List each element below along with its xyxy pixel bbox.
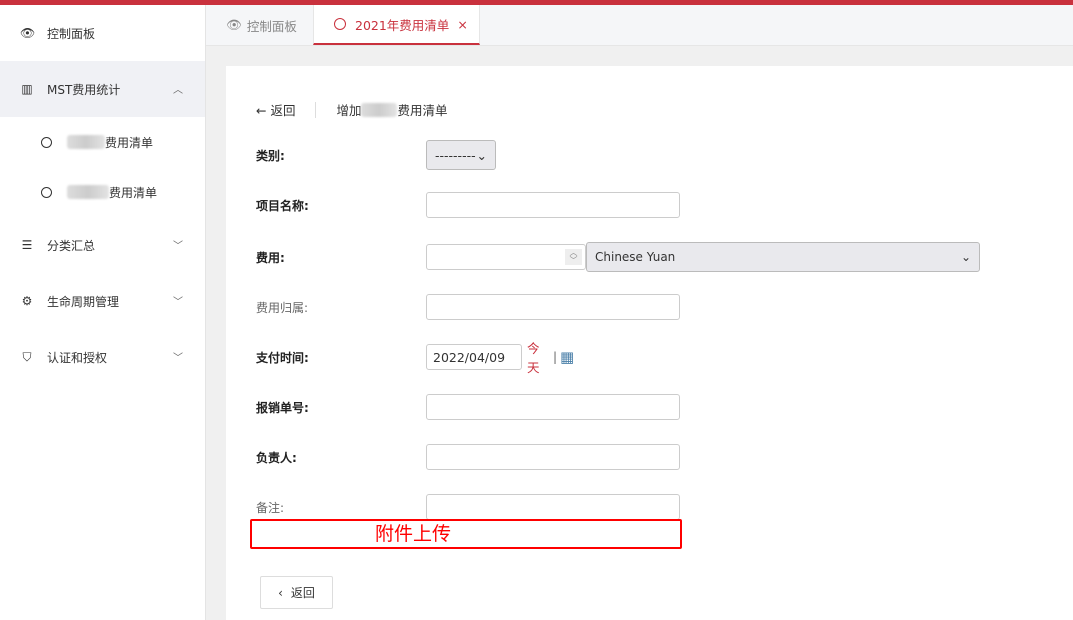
page-title-suffix: 费用清单 bbox=[397, 103, 448, 118]
back-link[interactable]: ← 返回 bbox=[256, 100, 295, 119]
sidebar-item-mst-stats[interactable]: ▥ MST费用统计 ︿ bbox=[0, 61, 205, 117]
sidebar-item-dashboard[interactable]: 👁 控制面板 bbox=[0, 5, 205, 61]
chevron-down-icon: ⌄ bbox=[476, 147, 487, 163]
category-select[interactable]: --------- ⌄ bbox=[426, 140, 496, 170]
chevron-down-icon: ﹀ bbox=[173, 297, 183, 308]
circle-icon bbox=[334, 18, 346, 30]
chevron-down-icon: ⌄ bbox=[960, 250, 971, 264]
eye-icon: 👁 bbox=[226, 17, 242, 32]
reimbursement-number-input[interactable] bbox=[426, 394, 680, 420]
redacted-text bbox=[361, 102, 398, 117]
chevron-down-icon: ﹀ bbox=[173, 353, 183, 364]
close-icon[interactable]: × bbox=[457, 17, 467, 32]
tab-expense-list[interactable]: 2021年费用清单 × bbox=[313, 5, 480, 45]
note-input[interactable] bbox=[426, 494, 680, 520]
shield-icon: ⛉ bbox=[22, 349, 32, 364]
responsible-person-input[interactable] bbox=[426, 444, 680, 470]
today-link[interactable]: 今天 bbox=[527, 338, 540, 376]
back-button[interactable]: ‹ 返回 bbox=[260, 576, 333, 609]
gear-icon: ⚙ bbox=[21, 294, 33, 308]
sidebar-item-category-summary[interactable]: ☰ 分类汇总 ﹀ bbox=[0, 217, 205, 273]
sidebar-subitem-expense-list-1[interactable]: 费用清单 bbox=[0, 117, 205, 167]
project-name-input[interactable] bbox=[426, 192, 680, 218]
sidebar-item-auth[interactable]: ⛉ 认证和授权 ﹀ bbox=[0, 329, 205, 385]
eye-icon: 👁 bbox=[20, 26, 36, 40]
tab-dashboard[interactable]: 👁 控制面板 bbox=[226, 5, 297, 45]
attachment-upload-annotation: 附件上传 bbox=[250, 519, 682, 549]
sidebar-subitem-expense-list-2[interactable]: 费用清单 bbox=[0, 167, 205, 217]
redacted-text bbox=[67, 185, 109, 199]
circle-icon bbox=[41, 136, 52, 148]
chevron-left-icon: ‹ bbox=[278, 585, 283, 600]
pay-date-input[interactable]: 2022/04/09 bbox=[426, 344, 522, 370]
list-icon: ☰ bbox=[21, 238, 33, 252]
cost-input[interactable]: ︿ ﹀ bbox=[426, 244, 586, 270]
circle-icon bbox=[41, 186, 52, 198]
calendar-icon[interactable]: ▦ bbox=[560, 348, 574, 366]
currency-select[interactable]: Chinese Yuan ⌄ bbox=[586, 242, 980, 272]
number-stepper[interactable]: ︿ ﹀ bbox=[565, 249, 582, 265]
chevron-up-icon: ︿ bbox=[173, 85, 183, 96]
redacted-text bbox=[67, 135, 105, 149]
tab-bar: 👁 控制面板 2021年费用清单 × bbox=[206, 5, 1073, 46]
sidebar: 👁 控制面板 ▥ MST费用统计 ︿ 费用清单 费用清单 ☰ 分类汇总 ﹀ ⚙ 生命周期管理… bbox=[0, 5, 206, 620]
chevron-down-icon: ﹀ bbox=[173, 241, 183, 252]
divider bbox=[315, 101, 317, 118]
breadcrumb: ← 返回 增加 费用清单 bbox=[256, 100, 448, 119]
sidebar-item-lifecycle[interactable]: ⚙ 生命周期管理 ﹀ bbox=[0, 273, 205, 329]
bar-chart-icon: ▥ bbox=[21, 82, 33, 96]
cost-owner-input[interactable] bbox=[426, 294, 680, 320]
page-title-prefix: 增加 bbox=[336, 103, 362, 118]
